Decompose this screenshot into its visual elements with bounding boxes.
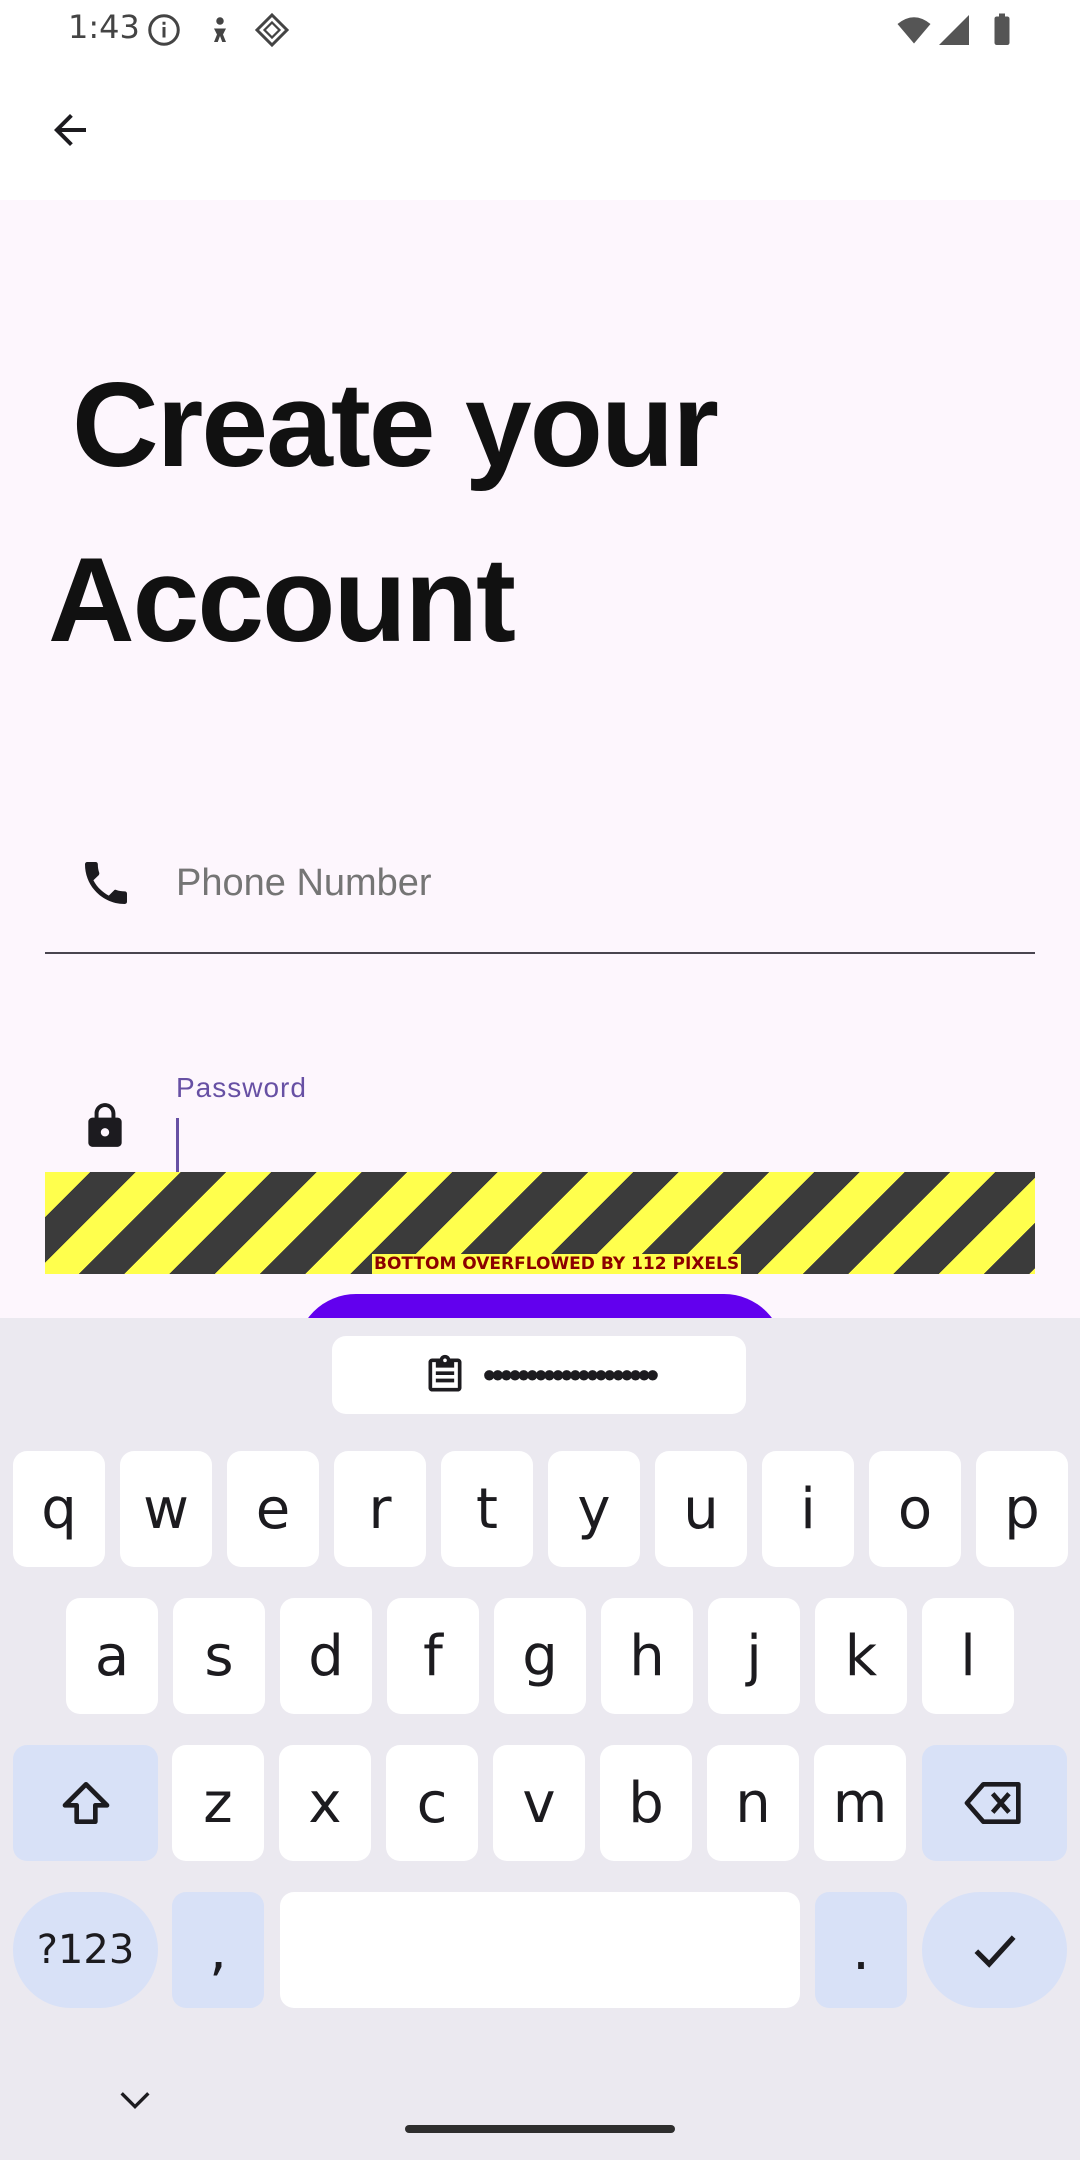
key-l[interactable]: l [922, 1598, 1014, 1714]
accessibility-icon [214, 17, 226, 42]
key-g[interactable]: g [494, 1598, 586, 1714]
key-b[interactable]: b [600, 1745, 692, 1861]
chevron-down-icon[interactable] [115, 2085, 155, 2115]
phone-field-underline [45, 952, 1035, 954]
shift-icon [62, 1782, 109, 1824]
shift-key[interactable] [13, 1745, 158, 1861]
key-t[interactable]: t [441, 1451, 533, 1567]
key-w[interactable]: w [120, 1451, 212, 1567]
page-title-line2: Account [48, 533, 516, 667]
status-time: 1:43 [68, 8, 140, 46]
done-key[interactable] [922, 1892, 1067, 2008]
key-a[interactable]: a [66, 1598, 158, 1714]
clipboard-text: •••••••••••••••••••• [482, 1354, 659, 1395]
comma-key[interactable]: , [172, 1892, 264, 2008]
period-key[interactable]: . [815, 1892, 907, 2008]
signal-icon [939, 15, 969, 45]
key-r[interactable]: r [334, 1451, 426, 1567]
key-m[interactable]: m [814, 1745, 906, 1861]
key-y[interactable]: y [548, 1451, 640, 1567]
key-c[interactable]: c [386, 1745, 478, 1861]
key-f[interactable]: f [387, 1598, 479, 1714]
key-d[interactable]: d [280, 1598, 372, 1714]
key-z[interactable]: z [172, 1745, 264, 1861]
overflow-warning-text: BOTTOM OVERFLOWED BY 112 PIXELS [372, 1254, 742, 1274]
key-h[interactable]: h [601, 1598, 693, 1714]
key-e[interactable]: e [227, 1451, 319, 1567]
key-j[interactable]: j [708, 1598, 800, 1714]
arrow-back-icon [54, 114, 86, 146]
backspace-key[interactable] [922, 1745, 1067, 1861]
phone-number-input[interactable] [176, 855, 1026, 911]
password-label: Password [176, 1072, 307, 1103]
page-title-line1: Create your [72, 358, 719, 492]
clipboard-suggestion[interactable]: •••••••••••••••••••• [332, 1336, 746, 1414]
soft-keyboard [0, 1318, 1080, 2160]
key-u[interactable]: u [655, 1451, 747, 1567]
backspace-icon [964, 1782, 1021, 1824]
symbols-key[interactable]: ?123 [13, 1892, 158, 2008]
key-s[interactable]: s [173, 1598, 265, 1714]
clipboard-icon [428, 1354, 462, 1392]
phone-icon [85, 862, 127, 904]
key-o[interactable]: o [869, 1451, 961, 1567]
home-indicator[interactable] [405, 2125, 675, 2133]
battery-icon [994, 13, 1010, 45]
diamond-icon [254, 12, 290, 48]
wifi-icon [897, 17, 931, 44]
key-n[interactable]: n [707, 1745, 799, 1861]
space-key[interactable] [280, 1892, 800, 2008]
key-p[interactable]: p [976, 1451, 1068, 1567]
key-i[interactable]: i [762, 1451, 854, 1567]
lock-icon [88, 1103, 122, 1147]
key-v[interactable]: v [493, 1745, 585, 1861]
key-k[interactable]: k [815, 1598, 907, 1714]
back-button[interactable] [30, 90, 110, 170]
app-bar [0, 60, 1080, 200]
key-x[interactable]: x [279, 1745, 371, 1861]
check-icon [974, 1935, 1016, 1968]
key-q[interactable]: q [13, 1451, 105, 1567]
info-icon [148, 14, 180, 46]
password-input[interactable] [176, 1118, 179, 1174]
